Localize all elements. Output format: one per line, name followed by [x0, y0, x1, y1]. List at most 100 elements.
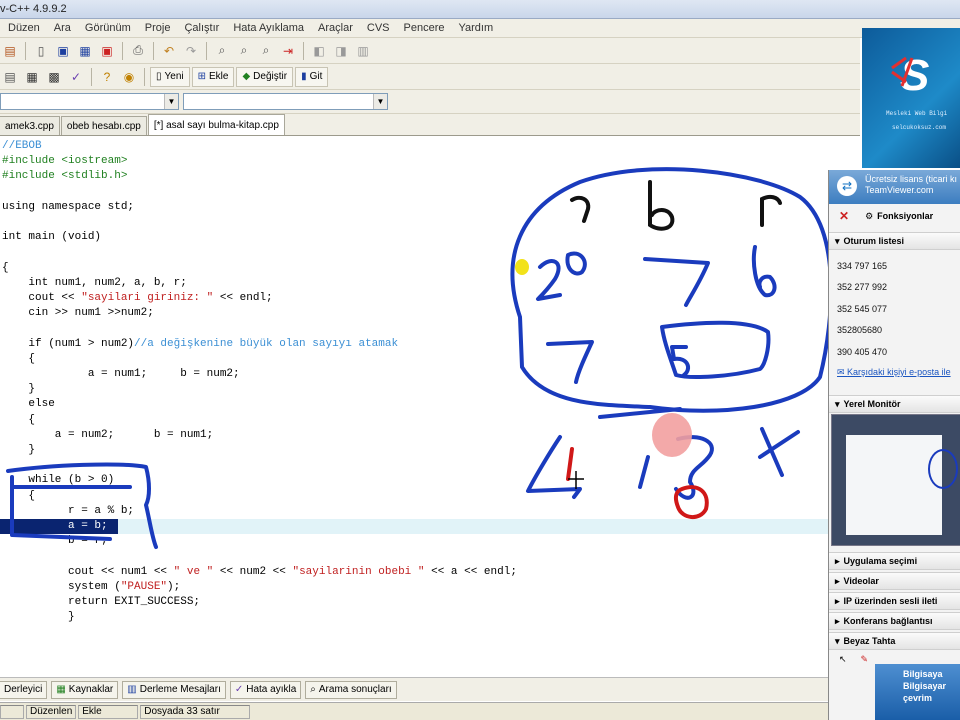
menu-bar: Düzen Ara Görünüm Proje Çalıştır Hata Ay… [0, 19, 960, 38]
window-title: v-C++ 4.9.9.2 [0, 3, 67, 15]
tab-search-results-label: Arama sonuçları [318, 684, 392, 695]
tab-file-1[interactable]: amek3.cpp [0, 116, 60, 135]
change-button[interactable]: ◆ Değiştir [236, 66, 294, 87]
change-icon: ◆ [242, 71, 251, 82]
chevron-down-icon[interactable]: ▼ [164, 94, 178, 109]
menu-cvs[interactable]: CVS [360, 22, 397, 34]
session-id[interactable]: 334 797 165 [837, 261, 887, 271]
toolbar-separator [91, 67, 92, 86]
section-conference[interactable]: ▸ Konferans bağlantısı [829, 612, 960, 630]
save-icon[interactable]: ▣ [53, 41, 73, 61]
section-local-monitor[interactable]: ▾ Yerel Monitör [829, 395, 960, 413]
logo-mark-icon: S [891, 51, 929, 100]
find-icon[interactable]: ⌕ [212, 41, 232, 61]
menu-calistir[interactable]: Çalıştır [177, 22, 226, 34]
compile-icon[interactable]: ▤ [0, 67, 20, 87]
session-id[interactable]: 352 277 992 [837, 282, 887, 292]
pointer-icon[interactable]: ↖ [839, 654, 847, 670]
logo-site: selcukoksuz.com [892, 124, 947, 131]
tab-file-3[interactable]: [*] asal sayı bulma-kitap.cpp [147, 114, 285, 135]
check-icon: ✓ [234, 684, 244, 695]
new-file-icon[interactable]: ▯ [31, 41, 51, 61]
section-voip[interactable]: ▸ IP üzerinden sesli ileti [829, 592, 960, 610]
menu-yardim[interactable]: Yardım [452, 22, 501, 34]
member-combo[interactable]: ▼ [183, 93, 388, 110]
help-icon[interactable]: ? [97, 67, 117, 87]
status-position [0, 704, 24, 719]
tab-compile-log[interactable]: ▥ Derleme Mesajları [122, 680, 226, 699]
close-file-icon[interactable]: ▣ [97, 41, 117, 61]
email-invite-link[interactable]: ✉ Karşıdaki kişiyi e-posta ile [829, 367, 960, 378]
indent-right-icon[interactable]: ◨ [331, 41, 351, 61]
class-combo[interactable]: ▼ [0, 93, 179, 110]
status-line-count: Dosyada 33 satır [140, 704, 251, 719]
menu-hata-ayiklama[interactable]: Hata Ayıklama [226, 22, 311, 34]
tab-compiler-label: Derleyici [4, 684, 43, 695]
section-session-list-label: Oturum listesi [843, 236, 905, 246]
teamviewer-link[interactable]: TeamViewer.com [865, 185, 960, 196]
section-voip-label: IP üzerinden sesli ileti [843, 596, 938, 606]
redo-icon[interactable]: ↷ [181, 41, 201, 61]
resources-icon: ▦ [56, 684, 66, 695]
notification-popup[interactable]: Bilgisaya Bilgisayar çevrim [875, 664, 960, 720]
section-session-list[interactable]: ▾ Oturum listesi [829, 232, 960, 250]
teamviewer-header: ⇄ Ücretsiz lisans (ticari kı TeamViewer.… [829, 170, 960, 204]
add-button-label: Ekle [209, 71, 229, 82]
brand-logo: S Mesleki Web Bilgi selcukoksuz.com [862, 28, 960, 168]
session-id[interactable]: 390 405 470 [837, 347, 887, 357]
menu-pencere[interactable]: Pencere [397, 22, 452, 34]
toolbar-separator [303, 41, 304, 60]
go-icon: ▮ [301, 71, 307, 82]
notification-line-3: çevrim [903, 693, 933, 703]
menu-gorunum[interactable]: Görünüm [78, 22, 138, 34]
find-next-icon[interactable]: ⌕ [256, 41, 276, 61]
status-insert-mode: Ekle [78, 704, 139, 719]
menu-araclar[interactable]: Araçlar [311, 22, 360, 34]
section-app-selection[interactable]: ▸ Uygulama seçimi [829, 552, 960, 570]
replace-icon[interactable]: ⌕ [234, 41, 254, 61]
rebuild-icon[interactable]: ▩ [44, 67, 64, 87]
print-icon[interactable]: ⎙ [128, 41, 148, 61]
run-icon[interactable]: ▦ [22, 67, 42, 87]
monitor-preview-editor [846, 435, 942, 535]
menu-proje[interactable]: Proje [138, 22, 178, 34]
toolbar-separator [144, 67, 145, 86]
menu-duzen[interactable]: Düzen [0, 22, 47, 34]
editor-tabs: amek3.cpp obeb hesabı.cpp [*] asal sayı … [0, 114, 860, 136]
close-icon[interactable]: ✕ [839, 209, 849, 223]
drawing-overlay [6, 167, 833, 549]
functions-menu[interactable]: ⚙ Fonksiyonlar [865, 211, 933, 222]
indent-left-icon[interactable]: ◧ [309, 41, 329, 61]
go-button[interactable]: ▮ Git [295, 66, 329, 87]
about-icon[interactable]: ◉ [119, 67, 139, 87]
new-button[interactable]: ▯ Yeni [150, 66, 190, 87]
toolbar-separator [206, 41, 207, 60]
chevron-down-icon[interactable]: ▼ [373, 94, 387, 109]
undo-icon[interactable]: ↶ [159, 41, 179, 61]
ink-digit-7b [546, 340, 594, 384]
bookmark-icon[interactable]: ▥ [353, 41, 373, 61]
menu-ara[interactable]: Ara [47, 22, 78, 34]
expand-icon: ▸ [835, 595, 840, 606]
tab-file-2[interactable]: obeb hesabı.cpp [60, 116, 147, 135]
add-button[interactable]: ⊞ Ekle [191, 66, 235, 87]
ink-digit-black-r [760, 194, 782, 227]
tab-search-results[interactable]: ⌕ Arama sonuçları [305, 680, 397, 699]
tab-resources[interactable]: ▦ Kaynaklar [51, 680, 119, 699]
section-videos[interactable]: ▸ Videolar [829, 572, 960, 590]
open-project-icon[interactable]: ▤ [0, 41, 20, 61]
check-icon[interactable]: ✓ [66, 67, 86, 87]
mail-icon: ✉ [837, 367, 848, 377]
ink-digit-2 [536, 259, 562, 301]
session-id[interactable]: 352805680 [837, 325, 882, 335]
session-id[interactable]: 352 545 077 [837, 304, 887, 314]
code-editor[interactable]: //EBOB #include <iostream> #include <stdli… [0, 137, 860, 677]
expand-icon: ▸ [835, 615, 840, 626]
save-all-icon[interactable]: ▦ [75, 41, 95, 61]
toolbar-separator [25, 41, 26, 60]
goto-line-icon[interactable]: ⇥ [278, 41, 298, 61]
tab-compiler[interactable]: Derleyici [0, 680, 48, 699]
section-whiteboard[interactable]: ▾ Beyaz Tahta [829, 632, 960, 650]
tab-debug[interactable]: ✓ Hata ayıkla [229, 680, 302, 699]
pen-icon[interactable]: ✎ [861, 654, 869, 670]
